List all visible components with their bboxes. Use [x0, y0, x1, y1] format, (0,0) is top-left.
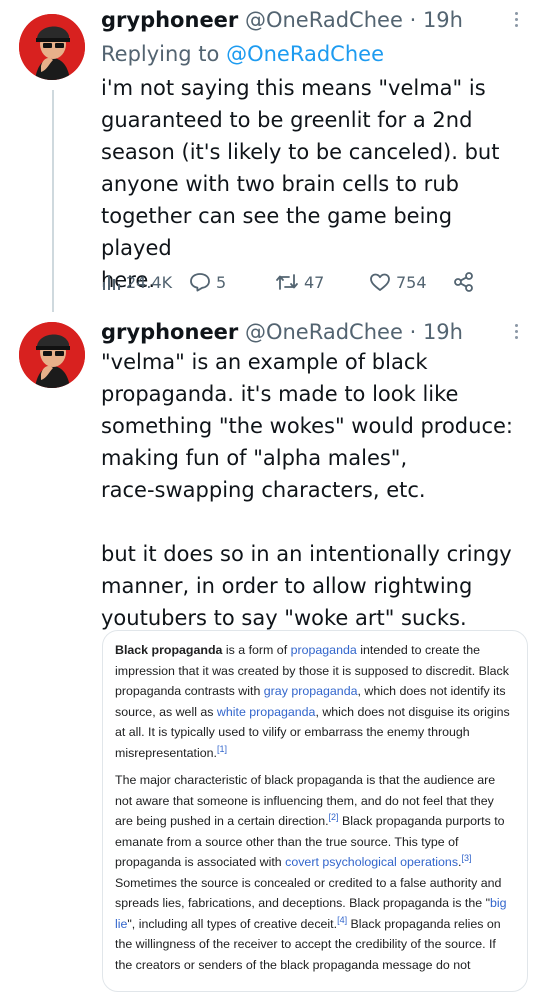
wiki-text: is a form of — [222, 643, 291, 657]
wiki-text: Sometimes the source is concealed or cre… — [115, 875, 502, 911]
tweet-actions: 24.4K 5 47 754 — [101, 268, 521, 296]
wiki-paragraph: The major characteristic of black propag… — [115, 770, 515, 975]
more-icon[interactable] — [514, 324, 520, 342]
thread-line — [52, 90, 54, 312]
like-icon — [370, 273, 390, 291]
views-count: 24.4K — [126, 272, 173, 292]
wiki-citation: [3] — [461, 852, 472, 863]
tweet-header: gryphoneer @OneRadChee · 19h — [101, 318, 463, 346]
replying-to: Replying to @OneRadChee — [101, 40, 384, 68]
more-icon[interactable] — [514, 12, 520, 30]
wiki-excerpt: Black propaganda is a form of propaganda… — [103, 631, 527, 975]
views-icon — [103, 275, 120, 290]
avatar-image — [19, 14, 85, 80]
timestamp[interactable]: 19h — [423, 320, 463, 344]
reply-button[interactable]: 5 — [189, 268, 226, 296]
like-count: 754 — [396, 272, 427, 292]
retweet-button[interactable]: 47 — [275, 268, 324, 296]
avatar-image — [19, 322, 85, 388]
views-button[interactable]: 24.4K — [101, 268, 172, 296]
wiki-link: white propaganda — [216, 704, 316, 719]
reply-count: 5 — [216, 272, 227, 292]
tweet-text: "velma" is an example of black propagand… — [101, 350, 513, 630]
separator-dot: · — [409, 8, 417, 32]
like-button[interactable]: 754 — [369, 268, 427, 296]
avatar[interactable] — [19, 14, 85, 80]
avatar[interactable] — [19, 322, 85, 388]
tweet-text: i'm not saying this means "velma" is gua… — [101, 76, 500, 292]
wiki-link: covert psychological operations — [285, 855, 459, 869]
author-handle[interactable]: @OneRadChee — [245, 8, 403, 32]
timestamp[interactable]: 19h — [423, 8, 463, 32]
retweet-count: 47 — [304, 272, 325, 292]
wiki-link: gray propaganda — [263, 684, 358, 698]
wiki-link: propaganda — [290, 643, 357, 657]
author-handle[interactable]: @OneRadChee — [245, 320, 403, 344]
tweet-header: gryphoneer @OneRadChee · 19h — [101, 6, 463, 34]
attached-image[interactable]: Black propaganda is a form of propaganda… — [102, 630, 528, 992]
wiki-citation: [2] — [328, 811, 339, 822]
share-button[interactable] — [453, 268, 475, 296]
retweet-icon — [276, 274, 298, 290]
replying-label: Replying to — [101, 42, 220, 66]
wiki-text: Black propaganda — [115, 643, 223, 657]
author-name[interactable]: gryphoneer — [101, 8, 238, 32]
separator-dot: · — [409, 320, 417, 344]
wiki-citation: [1] — [216, 743, 227, 754]
replying-mention[interactable]: @OneRadChee — [226, 42, 384, 66]
share-icon — [454, 272, 473, 292]
wiki-paragraph: Black propaganda is a form of propaganda… — [115, 640, 515, 763]
wiki-citation: [4] — [337, 914, 348, 925]
author-name[interactable]: gryphoneer — [101, 320, 238, 344]
wiki-text: ", including all types of creative decei… — [127, 916, 338, 931]
reply-icon — [190, 273, 210, 292]
